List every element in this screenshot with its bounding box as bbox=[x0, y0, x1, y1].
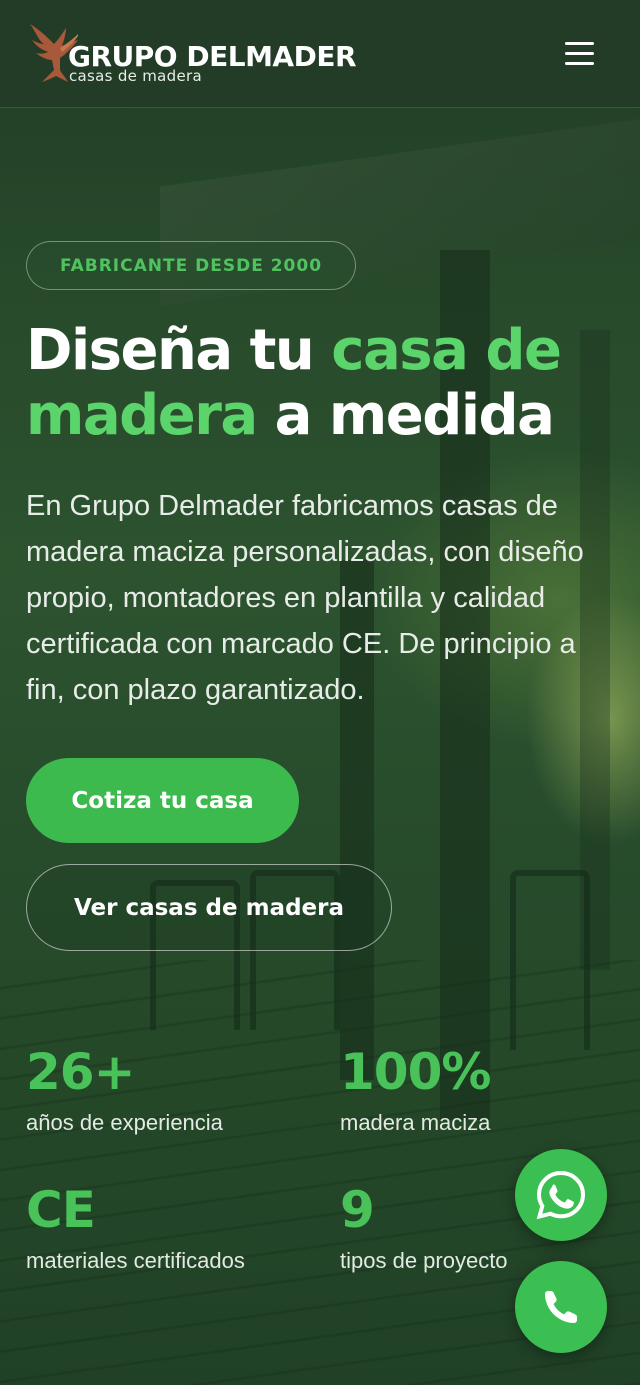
stat-wood: 100% madera maciza bbox=[340, 1044, 630, 1138]
founded-badge: FABRICANTE DESDE 2000 bbox=[26, 241, 356, 290]
brand-tagline: casas de madera bbox=[69, 67, 202, 85]
stat-certified: CE materiales certificados bbox=[26, 1182, 316, 1276]
stat-value: CE bbox=[26, 1181, 96, 1239]
whatsapp-button[interactable] bbox=[515, 1149, 607, 1241]
view-houses-button[interactable]: Ver casas de madera bbox=[26, 864, 392, 951]
stat-value: 100% bbox=[340, 1043, 491, 1101]
stat-value: 26+ bbox=[26, 1043, 135, 1101]
stat-label: madera maciza bbox=[340, 1110, 491, 1135]
quote-button[interactable]: Cotiza tu casa bbox=[26, 758, 299, 843]
logo[interactable]: GRUPO DELMADER casas de madera bbox=[26, 22, 366, 86]
site-header: GRUPO DELMADER casas de madera bbox=[0, 0, 640, 108]
phone-button[interactable] bbox=[515, 1261, 607, 1353]
title-text: Diseña tu bbox=[26, 318, 332, 383]
stat-label: materiales certificados bbox=[26, 1248, 245, 1273]
stat-experience: 26+ años de experiencia bbox=[26, 1044, 316, 1138]
stat-label: años de experiencia bbox=[26, 1110, 223, 1135]
page-title: Diseña tu casa de madera a medida bbox=[26, 318, 626, 448]
hamburger-menu-icon[interactable] bbox=[560, 38, 600, 70]
hero-description: En Grupo Delmader fabricamos casas de ma… bbox=[26, 490, 584, 706]
phone-icon bbox=[545, 1291, 577, 1323]
whatsapp-icon bbox=[536, 1170, 586, 1220]
title-text-end: a medida bbox=[256, 383, 555, 448]
